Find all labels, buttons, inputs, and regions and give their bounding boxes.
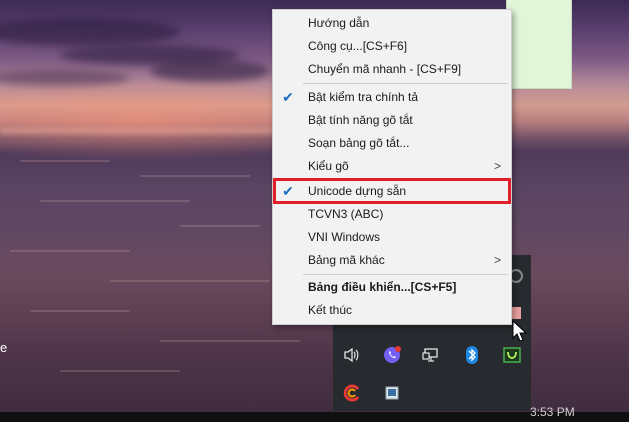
menu-item-label: Hướng dẫn <box>308 16 370 30</box>
menu-item-chuyen-ma-nhanh[interactable]: Chuyển mã nhanh - [CS+F9] <box>273 58 511 81</box>
menu-item-bang-dieu-khien[interactable]: Bảng điều khiển...[CS+F5] <box>273 276 511 299</box>
menu-item-ket-thuc[interactable]: Kết thúc <box>273 299 511 322</box>
ccleaner-icon[interactable] <box>338 379 366 407</box>
taskbar: 3:53 PM <box>0 405 629 422</box>
menu-item-soan-bang-go-tat[interactable]: Soạn bảng gõ tắt... <box>273 132 511 155</box>
taskbar-clock[interactable]: 3:53 PM <box>530 405 575 419</box>
highlight-box <box>273 178 511 204</box>
network-icon[interactable] <box>418 341 446 369</box>
menu-item-kieu-go[interactable]: Kiểu gõ > <box>273 155 511 178</box>
bluetooth-icon[interactable] <box>458 341 486 369</box>
tray-partial-icon-2[interactable] <box>511 307 521 319</box>
sticky-note[interactable] <box>506 0 572 89</box>
menu-separator <box>303 83 508 84</box>
menu-item-label: Soạn bảng gõ tắt... <box>308 136 410 150</box>
desktop-edge-text: e <box>0 340 8 355</box>
menu-item-label: TCVN3 (ABC) <box>308 207 384 221</box>
menu-item-tcvn3[interactable]: TCVN3 (ABC) <box>273 203 511 226</box>
menu-item-label: VNI Windows <box>308 230 381 244</box>
menu-item-kiem-tra-chinh-ta[interactable]: ✔ Bật kiểm tra chính tả <box>273 86 511 109</box>
menu-item-go-tat[interactable]: Bật tính năng gõ tắt <box>273 109 511 132</box>
menu-item-cong-cu[interactable]: Công cụ...[CS+F6] <box>273 35 511 58</box>
chevron-right-icon: > <box>493 159 501 173</box>
mouse-cursor-icon <box>512 320 528 342</box>
unikey-context-menu: Hướng dẫn Công cụ...[CS+F6] Chuyển mã nh… <box>272 9 512 325</box>
menu-item-label: Công cụ...[CS+F6] <box>308 39 408 53</box>
viber-icon[interactable] <box>378 341 406 369</box>
monitor-icon[interactable] <box>378 379 406 407</box>
menu-separator <box>303 274 508 275</box>
speaker-icon[interactable] <box>338 341 366 369</box>
chevron-right-icon: > <box>493 253 501 267</box>
menu-item-label: Bật kiểm tra chính tả <box>308 90 419 104</box>
unikey-icon[interactable] <box>498 341 526 369</box>
menu-item-huong-dan[interactable]: Hướng dẫn <box>273 12 511 35</box>
menu-item-label: Kiểu gõ <box>308 159 349 173</box>
menu-item-label: Bảng mã khác <box>308 253 385 267</box>
menu-item-bang-ma-khac[interactable]: Bảng mã khác > <box>273 249 511 272</box>
menu-item-label: Bảng điều khiển...[CS+F5] <box>308 280 457 294</box>
check-icon: ✔ <box>282 89 294 105</box>
menu-item-label: Kết thúc <box>308 303 353 317</box>
menu-item-vni-windows[interactable]: VNI Windows <box>273 226 511 249</box>
menu-item-label: Bật tính năng gõ tắt <box>308 113 413 127</box>
menu-item-label: Chuyển mã nhanh - [CS+F9] <box>308 62 462 76</box>
